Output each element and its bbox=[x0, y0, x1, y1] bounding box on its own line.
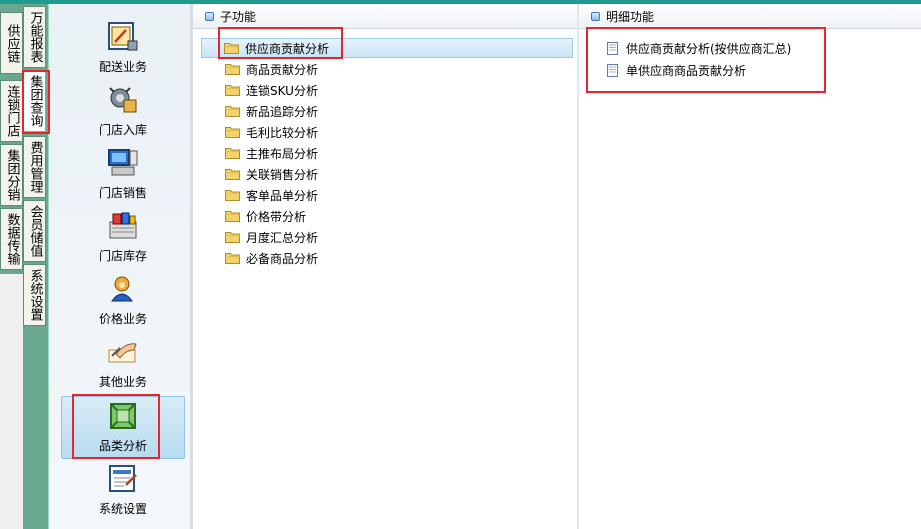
module-label: 品类分析 bbox=[98, 439, 147, 453]
detail-item[interactable]: 供应商贡献分析(按供应商汇总) bbox=[607, 38, 791, 58]
subfunction-label: 商品贡献分析 bbox=[246, 62, 319, 77]
subfunction-item[interactable]: 毛利比较分析 bbox=[225, 122, 318, 142]
module-system-settings[interactable]: 系统设置 bbox=[61, 460, 185, 523]
folder-icon bbox=[225, 189, 240, 201]
subfunction-label: 月度汇总分析 bbox=[246, 230, 319, 245]
module-label: 门店库存 bbox=[98, 249, 147, 263]
subfunction-item[interactable]: 主推布局分析 bbox=[225, 143, 318, 163]
folder-icon bbox=[225, 210, 240, 222]
module-label: 配送业务 bbox=[98, 60, 147, 74]
module-category-analysis[interactable]: 品类分析 bbox=[61, 396, 185, 459]
detail-label: 单供应商商品贡献分析 bbox=[626, 63, 747, 78]
settings-form-icon bbox=[105, 462, 141, 496]
subfunction-item[interactable]: 供应商贡献分析 bbox=[201, 38, 573, 58]
subfunction-label: 连锁SKU分析 bbox=[246, 83, 318, 98]
tab-universal-reports[interactable]: 万能报表 bbox=[23, 6, 46, 68]
tab-supply-chain[interactable]: 供应链 bbox=[0, 12, 23, 74]
document-icon bbox=[607, 41, 618, 55]
subfunction-label: 主推布局分析 bbox=[246, 146, 319, 161]
module-store-sales[interactable]: 门店销售 bbox=[61, 144, 185, 207]
module-label: 其他业务 bbox=[98, 375, 147, 389]
category-analysis-icon bbox=[105, 399, 141, 433]
module-label: 价格业务 bbox=[98, 312, 147, 326]
subfunction-label: 毛利比较分析 bbox=[246, 125, 319, 140]
subfunction-item[interactable]: 客单品单分析 bbox=[225, 185, 318, 205]
person-price-icon bbox=[105, 272, 141, 306]
tab-system-settings[interactable]: 系统设置 bbox=[23, 264, 46, 326]
hand-writing-icon bbox=[105, 335, 141, 369]
tab-data-transfer[interactable]: 数据传输 bbox=[0, 208, 23, 270]
folder-icon bbox=[225, 126, 240, 138]
document-icon bbox=[607, 63, 618, 77]
tab-member-stored-value[interactable]: 会员储值 bbox=[23, 200, 46, 262]
module-store-receiving[interactable]: 门店入库 bbox=[61, 81, 185, 144]
module-panel: 配送业务 门店入库 门店销售 门店库存 价格业务 其他业务 品类分析 系统设置 bbox=[48, 4, 190, 529]
subfunction-title: 子功能 bbox=[220, 9, 257, 24]
folder-icon bbox=[225, 63, 240, 75]
module-store-inventory[interactable]: 门店库存 bbox=[61, 207, 185, 270]
detail-title: 明细功能 bbox=[606, 9, 655, 24]
detail-label: 供应商贡献分析(按供应商汇总) bbox=[626, 41, 792, 56]
folder-icon bbox=[225, 105, 240, 117]
detail-header: 明细功能 bbox=[579, 4, 921, 29]
folder-icon bbox=[225, 252, 240, 264]
module-label: 系统设置 bbox=[98, 502, 147, 516]
folder-icon bbox=[225, 84, 240, 96]
module-label: 门店入库 bbox=[98, 123, 147, 137]
subfunction-label: 必备商品分析 bbox=[246, 251, 319, 266]
subfunction-item[interactable]: 关联销售分析 bbox=[225, 164, 318, 184]
module-other-business[interactable]: 其他业务 bbox=[61, 333, 185, 396]
detail-item[interactable]: 单供应商商品贡献分析 bbox=[607, 60, 746, 80]
pos-terminal-icon bbox=[105, 146, 141, 180]
inventory-box-icon bbox=[105, 209, 141, 243]
tab-strip-filler bbox=[0, 274, 23, 529]
subfunction-label: 关联销售分析 bbox=[246, 167, 319, 182]
folder-icon bbox=[225, 168, 240, 180]
app-window: 供应链 连锁门店 集团分销 数据传输 万能报表 集团查询 费用管理 会员储值 系… bbox=[0, 0, 921, 529]
warehouse-gear-icon bbox=[105, 83, 141, 117]
subfunction-label: 供应商贡献分析 bbox=[245, 41, 330, 56]
tab-expense-management[interactable]: 费用管理 bbox=[23, 136, 46, 198]
header-bullet-icon bbox=[205, 11, 214, 21]
subfunction-label: 新品追踪分析 bbox=[246, 104, 319, 119]
subfunction-header: 子功能 bbox=[193, 4, 577, 29]
subfunction-item[interactable]: 必备商品分析 bbox=[225, 248, 318, 268]
subfunction-label: 价格带分析 bbox=[246, 209, 307, 224]
subfunction-pane: 子功能 供应商贡献分析 商品贡献分析 连锁SKU分析 新品追踪分析 毛利比较分析 主推布局… bbox=[193, 4, 577, 529]
subfunction-item[interactable]: 商品贡献分析 bbox=[225, 59, 318, 79]
delivery-icon bbox=[105, 20, 141, 54]
header-bullet-icon bbox=[591, 11, 600, 21]
subfunction-item[interactable]: 月度汇总分析 bbox=[225, 227, 318, 247]
folder-icon bbox=[225, 231, 240, 243]
module-price-business[interactable]: 价格业务 bbox=[61, 270, 185, 333]
tab-chain-stores[interactable]: 连锁门店 bbox=[0, 80, 23, 142]
detail-pane: 明细功能 供应商贡献分析(按供应商汇总) 单供应商商品贡献分析 bbox=[579, 4, 921, 529]
subfunction-item[interactable]: 价格带分析 bbox=[225, 206, 306, 226]
tab-group-distribution[interactable]: 集团分销 bbox=[0, 144, 23, 206]
subfunction-label: 客单品单分析 bbox=[246, 188, 319, 203]
tab-group-query[interactable]: 集团查询 bbox=[23, 70, 46, 132]
folder-icon bbox=[225, 147, 240, 159]
subfunction-item[interactable]: 连锁SKU分析 bbox=[225, 80, 318, 100]
module-delivery[interactable]: 配送业务 bbox=[61, 18, 185, 81]
module-label: 门店销售 bbox=[98, 186, 147, 200]
subfunction-item[interactable]: 新品追踪分析 bbox=[225, 101, 318, 121]
folder-open-icon bbox=[224, 42, 239, 54]
